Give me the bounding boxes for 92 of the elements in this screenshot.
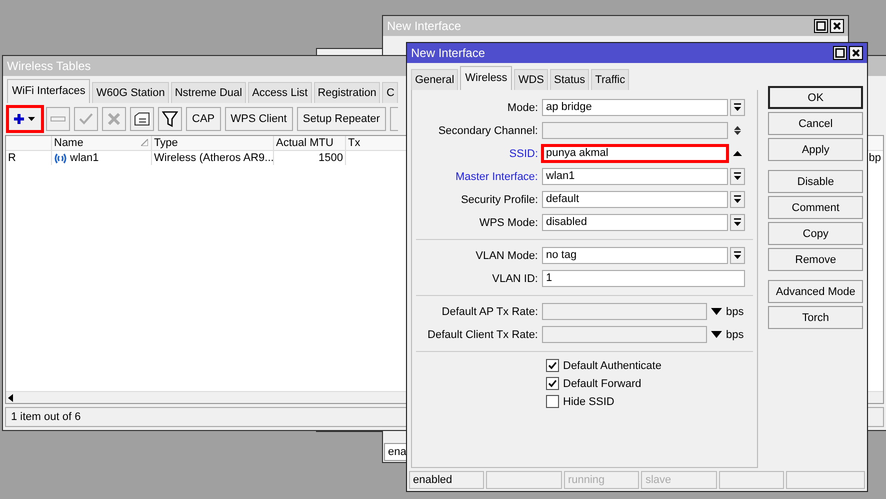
column-header[interactable]: Tx [346,136,408,150]
add-button[interactable] [8,107,42,131]
dropdown-arrow-icon [733,195,742,204]
window-title: Wireless Tables [7,59,92,73]
status-cell: running [564,471,640,489]
maximize-icon[interactable] [814,19,828,33]
table-cell: 1500 [274,151,346,165]
wireless-icon [54,152,67,164]
checkbox-label[interactable]: Hide SSID [563,396,614,408]
field-label: Secondary Channel: [437,124,539,136]
dropdown-button[interactable] [730,99,745,116]
input-field[interactable]: wlan1 [542,168,728,185]
column-header[interactable]: Actual MTU [274,136,346,150]
tab[interactable]: General [411,69,458,90]
unit-label: bps [726,328,744,340]
field-label[interactable]: SSID: [412,148,542,160]
dialog-button[interactable]: Apply [768,138,863,161]
dialog-button[interactable]: Copy [768,222,863,245]
table-cell-text: bp [868,151,882,165]
dropdown-arrow-icon [733,251,742,260]
input-field[interactable]: no tag [542,247,728,264]
checkbox-label[interactable]: Default Forward [563,378,642,390]
field-label: Security Profile: [460,194,539,206]
input-field[interactable]: 1 [542,270,745,287]
tab[interactable]: Access List [248,82,312,103]
tab[interactable]: Status [550,69,590,90]
tab[interactable]: Wireless [460,66,512,90]
tab[interactable]: Registration [314,82,380,103]
field-label: VLAN Mode: [474,250,539,262]
maximize-icon[interactable] [833,46,847,60]
field-label[interactable]: Master Interface: [412,170,542,182]
tab[interactable]: Traffic [591,69,630,90]
dialog-button[interactable]: OK [768,86,863,109]
status-cell [718,471,784,489]
table-cell: wlan1 [70,151,99,165]
dialog-button[interactable]: Remove [768,248,863,271]
check-icon [78,111,94,127]
add-icon [12,111,38,127]
window-title: New Interface [387,19,462,33]
column-header[interactable]: Name [52,136,152,150]
input-field[interactable]: punya akmal [542,145,728,162]
dialog-button[interactable]: Cancel [768,112,863,135]
toolbar-button[interactable]: Setup Repeater [296,107,386,131]
tab[interactable]: WDS [514,69,548,90]
dropdown-button[interactable] [730,214,745,231]
input-field[interactable]: disabled [542,214,728,231]
field-label: Mode: [506,102,539,114]
up-arrow-icon[interactable] [733,149,742,158]
window-title: New Interface [411,46,486,60]
dialog-button[interactable]: Advanced Mode [768,280,863,303]
column-header[interactable]: Type [152,136,274,150]
tab[interactable]: W60G Station [92,82,169,103]
checkbox-label[interactable]: Default Authenticate [563,360,662,372]
toolbar-button[interactable] [130,107,154,131]
dialog-button[interactable]: Comment [768,196,863,219]
toolbar-button[interactable]: WPS Client [224,107,293,131]
cross-icon [106,111,122,127]
tab[interactable]: Nstreme Dual [170,82,246,103]
field-label: VLAN ID: [491,272,539,284]
dropdown-arrow-icon [733,218,742,227]
toolbar-button[interactable] [158,107,182,131]
filter-icon [162,111,178,127]
table-cell: R [6,151,52,165]
field-label: WPS Mode: [478,216,539,228]
status-cell: slave [641,471,717,489]
status-cell: enabled [409,471,484,489]
note-icon [134,111,150,127]
dropdown-arrow-icon[interactable] [711,308,722,315]
dropdown-button[interactable] [730,247,745,264]
dropdown-button[interactable] [730,191,745,208]
checkbox[interactable] [546,395,559,408]
tab[interactable]: C [382,82,398,103]
dropdown-button[interactable] [730,168,745,185]
field-label: Default Client Tx Rate: [426,328,539,340]
dropdown-arrow-icon [733,172,742,181]
dropdown-arrow-icon [733,103,742,112]
toolbar-button[interactable]: CAP [186,107,221,131]
sort-icon [141,139,148,146]
tab[interactable]: WiFi Interfaces [7,79,90,103]
unit-label: bps [726,306,744,318]
scroll-left-icon[interactable] [6,394,16,402]
table-cell: Wireless (Atheros AR9... [152,151,274,165]
field-label: Default AP Tx Rate: [440,306,539,318]
input-field[interactable]: ap bridge [542,99,728,116]
checkbox[interactable] [546,377,559,390]
checkbox[interactable] [546,359,559,372]
input-field[interactable]: default [542,191,728,208]
close-icon[interactable] [830,19,844,33]
dropdown-arrow-icon[interactable] [711,331,722,338]
dialog-button[interactable]: Disable [768,170,863,193]
close-icon[interactable] [849,46,863,60]
dialog-button[interactable]: Torch [768,306,863,329]
